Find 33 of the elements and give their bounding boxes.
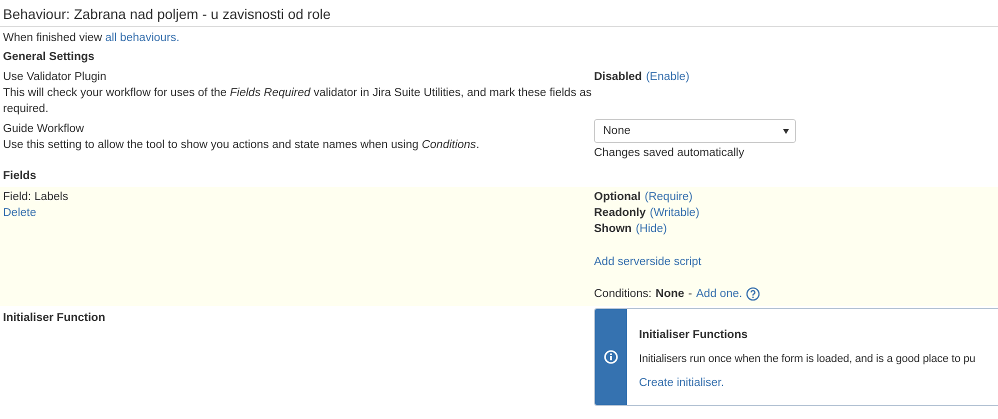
field-state: Optional bbox=[594, 190, 641, 205]
field-state: Readonly bbox=[594, 206, 646, 221]
field-state: Shown bbox=[594, 222, 632, 237]
setting-status: Disabled bbox=[594, 70, 642, 85]
help-icon[interactable] bbox=[746, 287, 760, 301]
caret-icon bbox=[783, 128, 789, 134]
panel-message: Initialisers run once when the form is loaded, and is a good place to pu bbox=[639, 352, 976, 367]
save-note: Changes saved automatically bbox=[594, 146, 744, 161]
setting-label: Guide Workflow bbox=[3, 122, 84, 137]
panel-title: Initialiser Functions bbox=[639, 328, 748, 343]
conditions-value: None bbox=[656, 287, 684, 302]
section-heading: Initialiser Function bbox=[3, 312, 106, 324]
serverside-script-link[interactable]: Add serverside script bbox=[594, 254, 702, 270]
page-title: Behaviour: Zabrana nad poljem - u zavisnosti od role bbox=[3, 6, 331, 22]
setting-description: Use this setting to allow the tool to show you actions and state names when using Conditions. bbox=[3, 138, 480, 153]
setting-description: This will check your workflow for uses of the Fields Required validator in Jira Suite Utilities, and mark these fields as required. bbox=[3, 86, 593, 117]
conditions-label: Conditions: bbox=[594, 287, 652, 302]
create-initialiser-link[interactable]: Create initialiser. bbox=[639, 375, 724, 391]
back-link-sentence: When finished view all behaviours. bbox=[3, 31, 180, 46]
add-condition-link[interactable]: Add one. bbox=[696, 286, 742, 302]
enable-link[interactable]: (Enable) bbox=[646, 69, 690, 85]
setting-label: Use Validator Plugin bbox=[3, 70, 106, 85]
field-name: Field: Labels bbox=[3, 190, 68, 205]
section-heading: Fields bbox=[3, 170, 36, 182]
workflow-select[interactable]: None bbox=[594, 119, 796, 143]
toggle-link[interactable]: (Require) bbox=[644, 189, 693, 205]
separator: - bbox=[688, 287, 692, 302]
toggle-link[interactable]: (Hide) bbox=[636, 221, 668, 237]
all-behaviours-link[interactable]: all behaviours. bbox=[105, 32, 180, 44]
delete-link[interactable]: Delete bbox=[3, 205, 36, 221]
section-heading: General Settings bbox=[3, 51, 94, 63]
toggle-link[interactable]: (Writable) bbox=[650, 205, 700, 221]
info-icon bbox=[604, 350, 618, 364]
